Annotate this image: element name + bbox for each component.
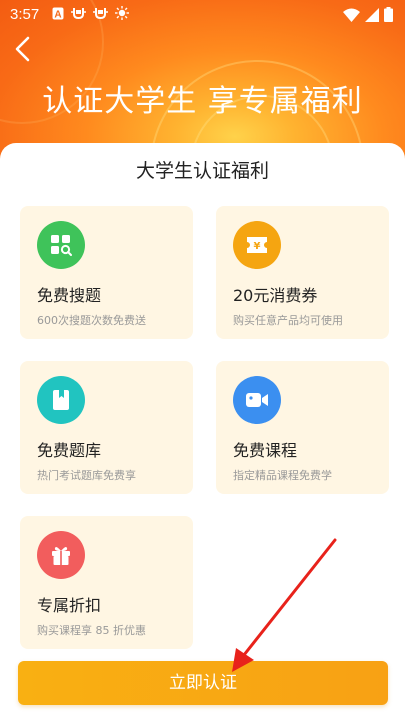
sun-icon <box>115 6 129 25</box>
gift-icon <box>52 547 70 565</box>
benefit-free-question-bank[interactable]: 免费题库 热门考试题库免费享 <box>20 361 193 494</box>
benefit-name: 免费题库 <box>37 441 102 460</box>
benefit-icon-badge <box>37 221 85 269</box>
video-camera-icon <box>246 393 268 407</box>
benefit-icon-badge <box>37 376 85 424</box>
benefit-coupon[interactable]: ¥ 20元消费券 购买任意产品均可使用 <box>216 206 389 339</box>
benefit-name: 专属折扣 <box>37 596 102 615</box>
search-grid-icon <box>51 235 72 256</box>
status-notification-icons: A <box>52 6 129 25</box>
benefit-desc: 购买课程享 85 折优惠 <box>37 624 146 637</box>
status-bar: 3:57 A <box>0 0 405 30</box>
svg-text:A: A <box>54 9 61 20</box>
benefit-exclusive-discount[interactable]: 专属折扣 购买课程享 85 折优惠 <box>20 516 193 649</box>
wifi-icon <box>343 8 360 26</box>
battery-icon <box>384 7 393 26</box>
status-system-icons <box>343 7 393 26</box>
benefit-icon-badge: ¥ <box>233 221 281 269</box>
status-time: 3:57 <box>10 6 40 23</box>
back-button[interactable] <box>10 34 36 64</box>
benefit-name: 免费搜题 <box>37 286 102 305</box>
benefit-free-search[interactable]: 免费搜题 600次搜题次数免费送 <box>20 206 193 339</box>
chevron-left-icon <box>15 36 30 62</box>
benefit-name: 20元消费券 <box>233 286 318 305</box>
section-title-text: 大学生认证福利 <box>131 156 274 183</box>
benefit-desc: 指定精品课程免费学 <box>233 469 332 482</box>
benefit-name: 免费课程 <box>233 441 298 460</box>
verify-now-button[interactable]: 立即认证 <box>18 661 388 705</box>
svg-text:¥: ¥ <box>254 241 261 252</box>
book-icon <box>53 390 69 410</box>
a-icon: A <box>52 7 64 25</box>
ticket-icon: ¥ <box>247 237 267 253</box>
bug-icon <box>71 6 86 25</box>
section-title: 大学生认证福利 <box>0 156 405 183</box>
benefit-icon-badge <box>37 531 85 579</box>
benefit-desc: 热门考试题库免费享 <box>37 469 136 482</box>
benefit-desc: 600次搜题次数免费送 <box>37 314 146 327</box>
bug-icon <box>93 6 108 25</box>
page-title: 认证大学生 享专属福利 <box>42 84 363 119</box>
signal-icon <box>365 7 379 26</box>
benefit-icon-badge <box>233 376 281 424</box>
benefit-free-course[interactable]: 免费课程 指定精品课程免费学 <box>216 361 389 494</box>
benefit-desc: 购买任意产品均可使用 <box>233 314 343 327</box>
